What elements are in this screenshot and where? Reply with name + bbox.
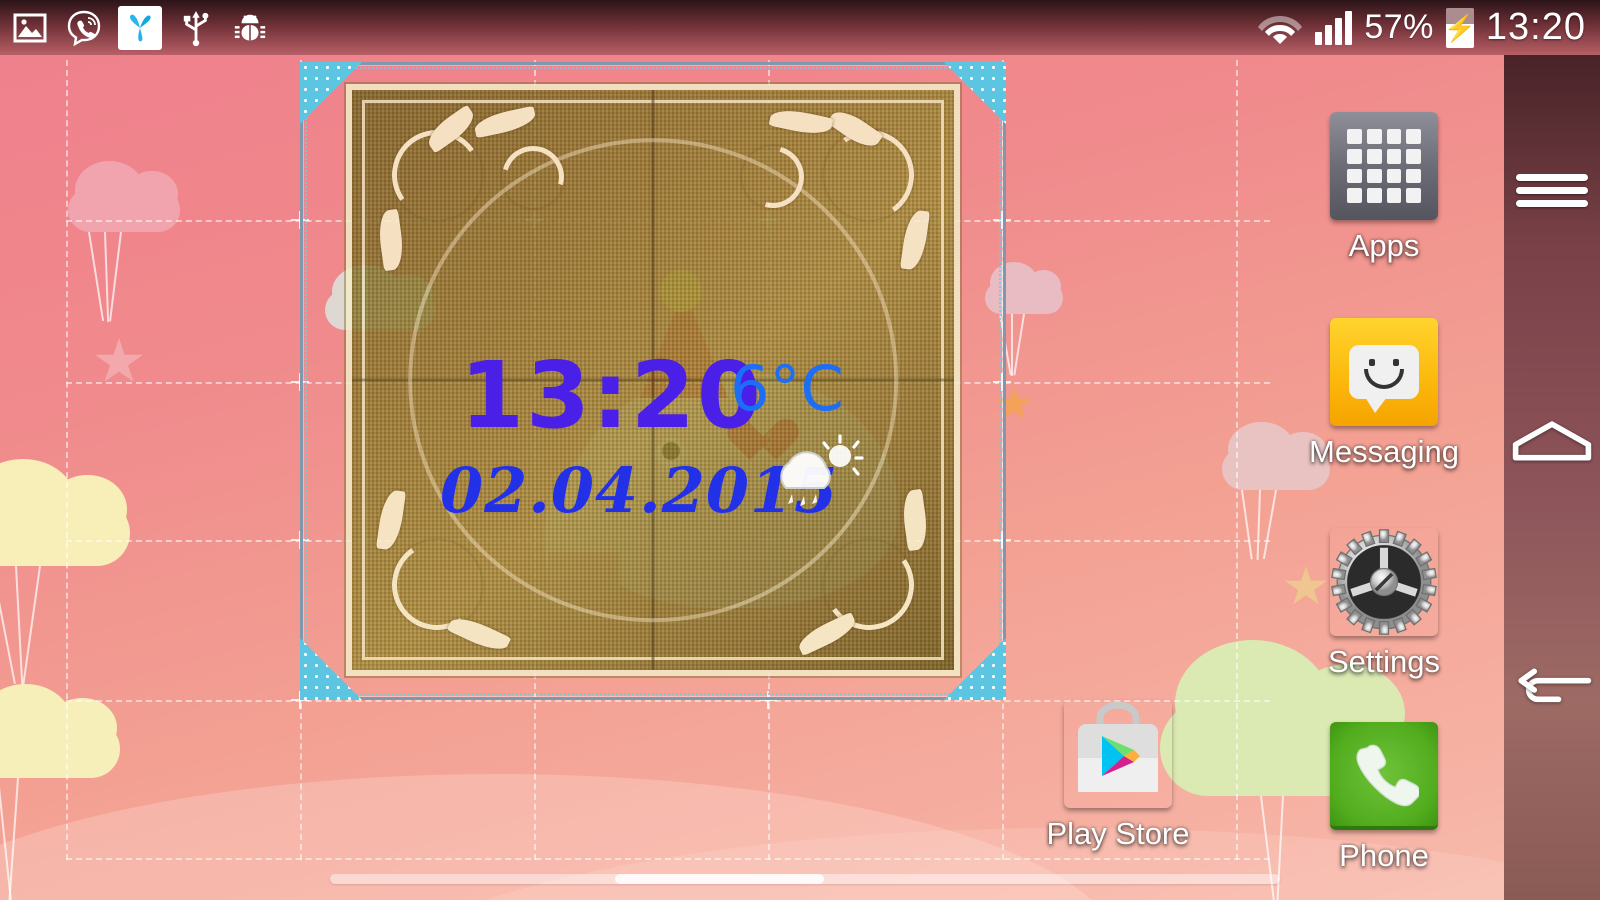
app-icon-play-store[interactable]: Play Store [1030, 700, 1206, 852]
app-icon-messaging[interactable]: Messaging [1296, 318, 1472, 470]
menu-hamburger-icon [1516, 173, 1588, 181]
wifi-icon [1257, 7, 1303, 49]
battery-percent-label: 57% [1364, 8, 1434, 46]
android-debug-icon [230, 8, 270, 48]
message-bubble-icon[interactable] [1330, 318, 1438, 426]
usb-icon [176, 8, 216, 48]
apps-grid-icon[interactable] [1330, 112, 1438, 220]
app-icon-phone[interactable]: Phone [1296, 722, 1472, 874]
app-label: Apps [1348, 228, 1420, 263]
home-icon [1512, 421, 1592, 461]
app-label: Phone [1339, 838, 1429, 873]
status-bar: 57% ⚡ 13:20 [0, 0, 1600, 55]
app-icon-settings[interactable]: Settings [1296, 528, 1472, 680]
widget-selection-outline [300, 62, 1006, 700]
status-bar-clock: 13:20 [1485, 6, 1586, 48]
phone-handset-icon[interactable] [1330, 722, 1438, 830]
menu-hamburger-icon [1516, 186, 1588, 194]
menu-hamburger-icon [1516, 199, 1588, 207]
battery-charging-icon: ⚡ [1445, 7, 1474, 48]
wallpaper-cloud-star [0, 459, 130, 757]
home-page-indicator[interactable] [330, 874, 1280, 884]
app-label: Messaging [1309, 434, 1459, 469]
cellular-signal-icon [1315, 10, 1353, 45]
app-label: Settings [1327, 644, 1440, 679]
nav-menu-button[interactable] [1506, 150, 1598, 230]
photo-frame-clock-weather-widget[interactable]: 13:20 6°C 02.04.2015 [300, 62, 1006, 700]
app-label: Play Store [1046, 816, 1190, 851]
android-home-screen: 13:20 6°C 02.04.2015 Apps Messaging Sett… [0, 0, 1600, 900]
app-icon-apps[interactable]: Apps [1296, 112, 1472, 264]
telenor-icon [118, 5, 162, 50]
nav-home-button[interactable] [1506, 400, 1598, 480]
viber-icon [64, 8, 104, 48]
navigation-bar [1504, 0, 1600, 900]
wallpaper-cloud-star [68, 160, 180, 382]
wallpaper-cloud-star [0, 684, 120, 900]
play-store-bag-icon[interactable] [1064, 700, 1172, 808]
nav-back-button[interactable] [1506, 650, 1598, 730]
back-arrow-icon [1518, 668, 1592, 703]
gallery-icon [10, 8, 50, 48]
gear-icon[interactable] [1330, 528, 1438, 636]
